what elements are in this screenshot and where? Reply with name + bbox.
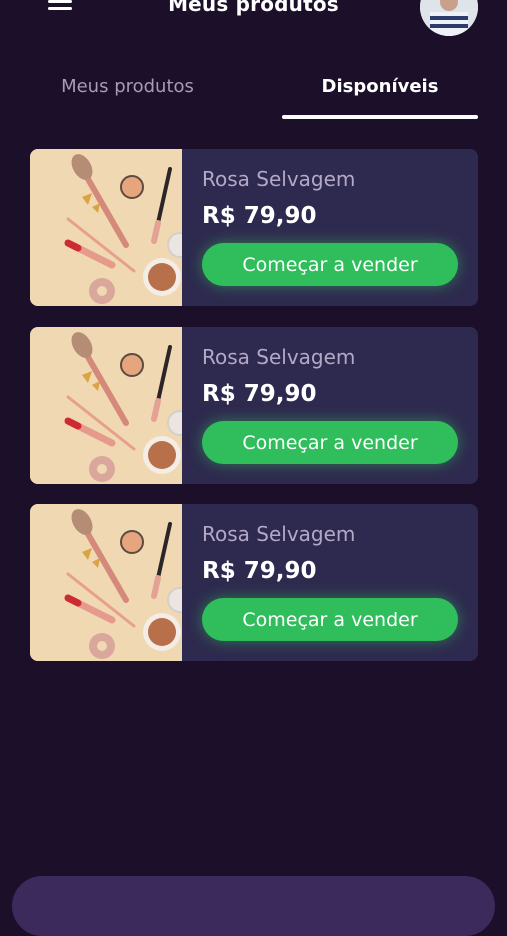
tab-bar: Meus produtos Disponíveis	[0, 70, 507, 122]
product-card: Rosa Selvagem R$ 79,90 Começar a vender	[30, 504, 478, 661]
bottom-sheet[interactable]	[12, 876, 495, 936]
start-selling-button[interactable]: Começar a vender	[202, 598, 458, 641]
product-price: R$ 79,90	[202, 558, 317, 584]
start-selling-button[interactable]: Começar a vender	[202, 243, 458, 286]
active-tab-indicator	[282, 115, 478, 119]
makeup-products-image	[30, 504, 182, 661]
tab-meus-produtos[interactable]: Meus produtos	[30, 76, 225, 97]
product-name: Rosa Selvagem	[202, 522, 356, 546]
product-price: R$ 79,90	[202, 203, 317, 229]
header: Meus produtos	[0, 0, 507, 40]
product-price: R$ 79,90	[202, 381, 317, 407]
product-name: Rosa Selvagem	[202, 345, 356, 369]
tab-disponiveis[interactable]: Disponíveis	[282, 76, 478, 97]
makeup-products-image	[30, 327, 182, 484]
start-selling-button[interactable]: Começar a vender	[202, 421, 458, 464]
product-name: Rosa Selvagem	[202, 167, 356, 191]
product-card: Rosa Selvagem R$ 79,90 Começar a vender	[30, 327, 478, 484]
product-card: Rosa Selvagem R$ 79,90 Começar a vender	[30, 149, 478, 306]
makeup-products-image	[30, 149, 182, 306]
user-avatar[interactable]	[420, 0, 478, 36]
